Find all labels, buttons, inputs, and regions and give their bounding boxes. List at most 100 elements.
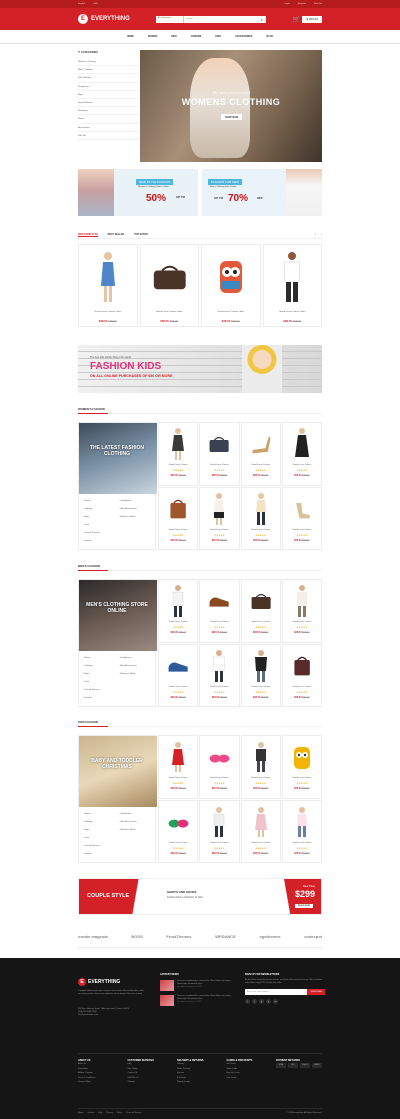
feature-link[interactable]: Sunglasses (119, 500, 155, 506)
nav-women[interactable]: WOMEN (148, 35, 157, 38)
footer-bottom-link[interactable]: About (78, 1112, 83, 1114)
footer-link[interactable]: Contact Us (128, 1072, 174, 1076)
tab-top-rated[interactable]: TOP RATED (134, 233, 148, 236)
product-card[interactable]: Grand Lucas Canvas ★★★★★ $28.00 $58.00 (158, 735, 199, 799)
product-card[interactable]: Grand Lucas Canvas ★★★★★ $28.00 $58.00 (158, 643, 199, 707)
feature-link[interactable]: Clothing (83, 665, 119, 671)
linkedin-icon[interactable]: in (273, 999, 278, 1004)
newsletter-email-input[interactable]: Enter your email address (245, 989, 308, 995)
footer-link[interactable]: Sitemap (128, 1081, 174, 1085)
product-card[interactable]: Grand Lucas Canvas Oben $28.00 $58.00 (78, 244, 138, 327)
feature-link[interactable]: Clothing (83, 821, 119, 827)
sidebar-item[interactable]: Bags (78, 91, 140, 99)
search-input[interactable] (183, 15, 258, 23)
brand-logo[interactable]: FrostThemes (166, 934, 191, 939)
product-card[interactable]: Grand Lucas Canvas Oben $28.00 $58.00 (139, 244, 199, 327)
product-card[interactable]: Grand Lucas Canvas ★★★★★ $28.00 $58.00 (199, 643, 240, 707)
couple-style-banner[interactable]: COUPLE STYLE SHIRTS AND SHOES Fashion Sh… (78, 878, 322, 915)
feature-link[interactable]: Clothing (83, 508, 119, 514)
product-card[interactable]: Grand Lucas Canvas ★★★★★ $28.00 $58.00 (281, 422, 322, 486)
feature-link[interactable]: Sunglasses (119, 657, 155, 663)
wishlist-link[interactable]: Wish list (314, 3, 322, 5)
sidebar-item[interactable]: Shoes (78, 115, 140, 124)
footer-bottom-link[interactable]: Terms of Service (126, 1112, 141, 1114)
footer-link[interactable]: Gift Cards (227, 1063, 273, 1067)
product-card[interactable]: Grand Lucas Canvas ★★★★★ $28.00 $58.00 (199, 799, 240, 863)
footer-link[interactable]: Buy Gift Cards (227, 1072, 273, 1076)
product-card[interactable]: Grand Lucas Canvas ★★★★★ $28.00 $58.00 (240, 579, 281, 643)
news-item[interactable]: Duis risus condimentum consectetur ullam… (160, 980, 240, 991)
twitter-icon[interactable]: t (252, 999, 257, 1004)
sidebar-item[interactable]: Women's Clothing (78, 58, 140, 67)
login-link[interactable]: Login (284, 3, 289, 5)
product-card[interactable]: Grand Lucas Canvas ★★★★★ $28.00 $58.00 (281, 643, 322, 707)
tab-best-seller[interactable]: BEST SELLER (108, 233, 124, 236)
footer-link[interactable]: E-Receipt (177, 1077, 223, 1081)
brand-logo[interactable]: BOSS (131, 934, 142, 939)
footer-link[interactable]: Privacy Policy (78, 1081, 124, 1085)
nav-juniors[interactable]: JUNIORS (191, 35, 202, 38)
promo-banner-men[interactable]: FASHION FOR MEN Men's Clothing Sale Onli… (202, 169, 322, 216)
product-card[interactable]: Grand Lucas Canvas ★★★★★ $28.00 $58.00 (158, 799, 199, 863)
footer-link[interactable]: Terms & Conditions (78, 1077, 124, 1081)
hero-slider[interactable]: The latest fashion trend WOMENS CLOTHING… (140, 50, 322, 162)
brand-logo[interactable]: egothemes (259, 934, 280, 939)
footer-link[interactable]: Affiliate Program (78, 1072, 124, 1076)
cart-icon[interactable]: 🛒 (293, 16, 300, 23)
footer-link[interactable]: Store Cards (227, 1068, 273, 1072)
news-item[interactable]: Duis risus condimentum consectetur ullam… (160, 995, 240, 1006)
product-card[interactable]: Grand Lucas Canvas ★★★★★ $28.00 $58.00 (281, 486, 322, 550)
register-link[interactable]: Register (298, 3, 306, 5)
feature-link[interactable]: Coat (83, 524, 119, 530)
footer-link[interactable]: Size Guide (128, 1068, 174, 1072)
footer-link[interactable]: Sell With Us (128, 1077, 174, 1081)
feature-link[interactable]: Women's Boots (119, 673, 155, 679)
footer-link[interactable]: Sale Cards (227, 1077, 273, 1081)
sidebar-item[interactable]: Accessories (78, 124, 140, 132)
product-card[interactable]: Grand Lucas Canvas ★★★★★ $28.00 $58.00 (240, 799, 281, 863)
search-icon[interactable]: ⌕ (257, 15, 266, 23)
footer-link[interactable]: FAQ (128, 1063, 174, 1067)
footer-link[interactable]: Order Tracking (177, 1068, 223, 1072)
facebook-icon[interactable]: f (245, 999, 250, 1004)
product-card[interactable]: Grand Lucas Canvas ★★★★★ $28.00 $58.00 (240, 643, 281, 707)
feature-link[interactable]: Women's Boots (119, 516, 155, 522)
brand-logo[interactable]: WPDANCE (215, 934, 236, 939)
feature-link[interactable]: Lipstick (83, 697, 119, 703)
product-card[interactable]: Grand Lucas Canvas ★★★★★ $28.00 $58.00 (240, 486, 281, 550)
product-card[interactable]: Grand Lucas Canvas ★★★★★ $28.00 $58.00 (240, 735, 281, 799)
feature-link[interactable]: Women's Boots (119, 829, 155, 835)
currency-select[interactable]: USD (93, 3, 98, 5)
footer-link[interactable]: Buying Guides (177, 1081, 223, 1085)
feature-link[interactable]: Shoes (83, 657, 119, 663)
product-card[interactable]: Grand Lucas Canvas ★★★★★ $28.00 $58.00 (281, 579, 322, 643)
sidebar-item[interactable]: Sale Off (78, 132, 140, 140)
feature-link[interactable]: Lipstick (83, 853, 119, 859)
subscribe-button[interactable]: SUBSCRIBE (307, 989, 325, 995)
feature-link[interactable]: Bags (83, 829, 119, 835)
nav-kids[interactable]: KIDS (215, 35, 221, 38)
couple-shop-now-button[interactable]: SHOP NOW (294, 904, 313, 908)
feature-link[interactable]: Bags (83, 516, 119, 522)
footer-bottom-link[interactable]: Contact (87, 1112, 94, 1114)
footer-logo[interactable]: E EVERYTHING (78, 978, 120, 986)
sidebar-item[interactable]: Sunglasses (78, 83, 140, 91)
brand-logo[interactable]: codespot (304, 934, 322, 939)
sidebar-item[interactable]: Handbags (78, 107, 140, 116)
feature-link[interactable]: Casual Dresses (83, 845, 119, 851)
nav-men[interactable]: MEN (171, 35, 176, 38)
feature-link[interactable]: Lipstick (83, 540, 119, 546)
nav-accessories[interactable]: ACCESSORIES (235, 35, 252, 38)
footer-link[interactable]: Delivery (177, 1063, 223, 1067)
chevron-left-icon[interactable]: ‹ (315, 233, 316, 236)
cart[interactable]: 🛒 $ 250.00 (293, 15, 322, 23)
footer-bottom-link[interactable]: Help (98, 1112, 102, 1114)
product-card[interactable]: Grand Lucas Canvas ★★★★★ $28.00 $58.00 (240, 422, 281, 486)
cart-total[interactable]: $ 250.00 (302, 15, 322, 23)
feature-link[interactable]: Men Accessories (119, 508, 155, 514)
product-card[interactable]: Grand Lucas Canvas ★★★★★ $28.00 $58.00 (158, 422, 199, 486)
product-card[interactable]: Grand Lucas Canvas Oben $28.00 $58.00 (201, 244, 261, 327)
feature-link[interactable]: Sunglasses (119, 813, 155, 819)
nav-blog[interactable]: BLOG (266, 35, 273, 38)
sidebar-item[interactable]: Smart Watches (78, 99, 140, 108)
